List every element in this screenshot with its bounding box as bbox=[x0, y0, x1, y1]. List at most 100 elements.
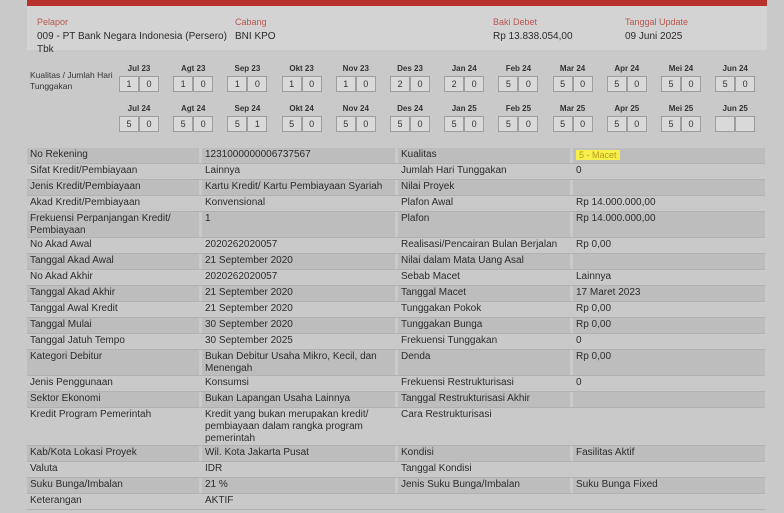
detail-value-right: 0 bbox=[573, 376, 765, 391]
detail-value-right: Suku Bunga Fixed bbox=[573, 478, 765, 493]
detail-label-right: Jumlah Hari Tunggakan bbox=[398, 164, 570, 179]
kualitas-box: 5 bbox=[173, 116, 194, 132]
history-month-label: Jun 25 bbox=[722, 104, 748, 113]
detail-value-left: Wil. Kota Jakarta Pusat bbox=[202, 446, 395, 461]
hari-tunggakan-box: 0 bbox=[518, 76, 539, 92]
detail-value-left: AKTIF bbox=[202, 494, 395, 509]
detail-label-left: Tanggal Jatuh Tempo bbox=[27, 334, 199, 349]
kualitas-box: 5 bbox=[606, 116, 627, 132]
detail-value-left: 21 September 2020 bbox=[202, 254, 395, 269]
cabang-value: BNI KPO bbox=[235, 31, 276, 42]
hari-tunggakan-box: 0 bbox=[193, 76, 214, 92]
kualitas-box: 5 bbox=[552, 76, 573, 92]
detail-row: Tanggal Akad Akhir 21 September 2020 Tangg… bbox=[27, 286, 765, 301]
detail-row: Frekuensi Perpanjangan Kredit/ Pembiayaa… bbox=[27, 212, 765, 237]
detail-value-left: Konvensional bbox=[202, 196, 395, 211]
hari-tunggakan-box: 0 bbox=[301, 116, 322, 132]
hari-tunggakan-box: 0 bbox=[355, 116, 376, 132]
hari-tunggakan-box: 0 bbox=[518, 116, 539, 132]
history-month-label: Jun 24 bbox=[722, 64, 748, 73]
kualitas-box: 5 bbox=[661, 116, 681, 132]
detail-row: Sektor Ekonomi Bukan Lapangan Usaha Lainn… bbox=[27, 392, 765, 407]
detail-label-right: Kondisi bbox=[398, 446, 570, 461]
detail-value-right: 17 Maret 2023 bbox=[573, 286, 765, 301]
history-month-label: Feb 24 bbox=[505, 64, 532, 73]
report-header: Pelapor 009 - PT Bank Negara Indonesia (… bbox=[27, 6, 767, 55]
detail-value-right bbox=[573, 462, 765, 477]
hari-tunggakan-box: 0 bbox=[626, 116, 647, 132]
kualitas-box: 2 bbox=[444, 76, 465, 92]
detail-value-right: Fasilitas Aktif bbox=[573, 446, 765, 461]
hari-tunggakan-box: 0 bbox=[355, 76, 376, 92]
detail-label-right: Jenis Suku Bunga/Imbalan bbox=[398, 478, 570, 493]
detail-label-right: Plafon bbox=[398, 212, 570, 237]
detail-label-right: Nilai Proyek bbox=[398, 180, 570, 195]
kualitas-box: 5 bbox=[444, 116, 465, 132]
detail-value-right: Rp 14.000.000,00 bbox=[573, 196, 765, 211]
kualitas-box: 5 bbox=[715, 76, 736, 92]
detail-label-left: No Rekening bbox=[27, 148, 199, 163]
detail-value-left: 30 September 2025 bbox=[202, 334, 395, 349]
kualitas-box: 5 bbox=[661, 76, 681, 92]
detail-label-left: Kategori Debitur bbox=[27, 350, 199, 375]
detail-label-left: Tanggal Mulai bbox=[27, 318, 199, 333]
pelapor-value: 009 - PT Bank Negara Indonesia (Persero)… bbox=[37, 31, 227, 55]
history-month-label: Okt 24 bbox=[289, 104, 314, 113]
detail-label-right: Frekuensi Restrukturisasi bbox=[398, 376, 570, 391]
cabang-label: Cabang bbox=[235, 17, 267, 27]
detail-row: No Rekening 1231000000006737567 Kualitas 5 … bbox=[27, 148, 765, 163]
hari-tunggakan-box: 0 bbox=[572, 76, 593, 92]
detail-label-left: No Akad Awal bbox=[27, 238, 199, 253]
baki-debet-value: Rp 13.838.054,00 bbox=[493, 31, 573, 42]
detail-value-left: Bukan Debitur Usaha Mikro, Kecil, dan Me… bbox=[202, 350, 395, 375]
hari-tunggakan-box: 0 bbox=[464, 76, 485, 92]
tanggal-update-block: Tanggal Update 09 Juni 2025 bbox=[625, 17, 755, 43]
detail-label-left: Valuta bbox=[27, 462, 199, 477]
detail-label-right: Sebab Macet bbox=[398, 270, 570, 285]
hari-tunggakan-box: 0 bbox=[139, 76, 159, 92]
kualitas-box: 1 bbox=[119, 76, 139, 92]
hari-tunggakan-box: 0 bbox=[626, 76, 647, 92]
detail-value-left: Kredit yang bukan merupakan kredit/ pemb… bbox=[202, 408, 395, 445]
detail-row: No Akad Awal 2020262020057 Realisasi/Penca… bbox=[27, 238, 765, 253]
hari-tunggakan-box: 0 bbox=[735, 76, 756, 92]
detail-value-right: Rp 0,00 bbox=[573, 318, 765, 333]
hari-tunggakan-box: 0 bbox=[410, 116, 430, 132]
history-month-label: Apr 24 bbox=[614, 64, 640, 73]
detail-label-left: Akad Kredit/Pembiayaan bbox=[27, 196, 199, 211]
hari-tunggakan-box: 0 bbox=[301, 76, 322, 92]
hari-tunggakan-box: 0 bbox=[681, 116, 701, 132]
baki-debet-block: Baki Debet Rp 13.838.054,00 bbox=[493, 17, 623, 43]
history-month-label: Okt 23 bbox=[289, 64, 314, 73]
hari-tunggakan-box: 0 bbox=[681, 76, 701, 92]
detail-label-right: Tanggal Restrukturisasi Akhir bbox=[398, 392, 570, 407]
detail-value-right bbox=[573, 392, 765, 407]
kualitas-box: 2 bbox=[390, 76, 410, 92]
detail-label-right: Denda bbox=[398, 350, 570, 375]
history-month-label: Des 23 bbox=[397, 64, 423, 73]
kualitas-box: 1 bbox=[227, 76, 248, 92]
tanggal-update-value: 09 Juni 2025 bbox=[625, 31, 683, 42]
detail-row: Tanggal Jatuh Tempo 30 September 2025 Frek… bbox=[27, 334, 765, 349]
detail-value-left: 21 September 2020 bbox=[202, 302, 395, 317]
detail-value-right: Rp 14.000.000,00 bbox=[573, 212, 765, 237]
detail-value-left: 1231000000006737567 bbox=[202, 148, 395, 163]
kualitas-badge: 5 - Macet bbox=[576, 150, 620, 160]
detail-label-left: Jenis Kredit/Pembiayaan bbox=[27, 180, 199, 195]
detail-label-left: Jenis Penggunaan bbox=[27, 376, 199, 391]
history-month-label: Nov 23 bbox=[342, 64, 369, 73]
detail-label-left: Kredit Program Pemerintah bbox=[27, 408, 199, 445]
detail-label-right: Realisasi/Pencairan Bulan Berjalan bbox=[398, 238, 570, 253]
detail-label-right: Tunggakan Bunga bbox=[398, 318, 570, 333]
detail-label-left: Sifat Kredit/Pembiayaan bbox=[27, 164, 199, 179]
detail-row: Kategori Debitur Bukan Debitur Usaha Mikr… bbox=[27, 350, 765, 375]
hari-tunggakan-box: 0 bbox=[464, 116, 485, 132]
pelapor-block: Pelapor 009 - PT Bank Negara Indonesia (… bbox=[37, 17, 237, 56]
detail-label-right bbox=[398, 494, 570, 509]
kualitas-box: 5 bbox=[498, 116, 519, 132]
detail-label-left: Tanggal Akad Awal bbox=[27, 254, 199, 269]
detail-value-right bbox=[573, 494, 765, 509]
kualitas-box: 5 bbox=[119, 116, 139, 132]
detail-value-left: Kartu Kredit/ Kartu Pembiayaan Syariah bbox=[202, 180, 395, 195]
detail-row: Sifat Kredit/Pembiayaan Lainnya Jumlah Har… bbox=[27, 164, 765, 179]
